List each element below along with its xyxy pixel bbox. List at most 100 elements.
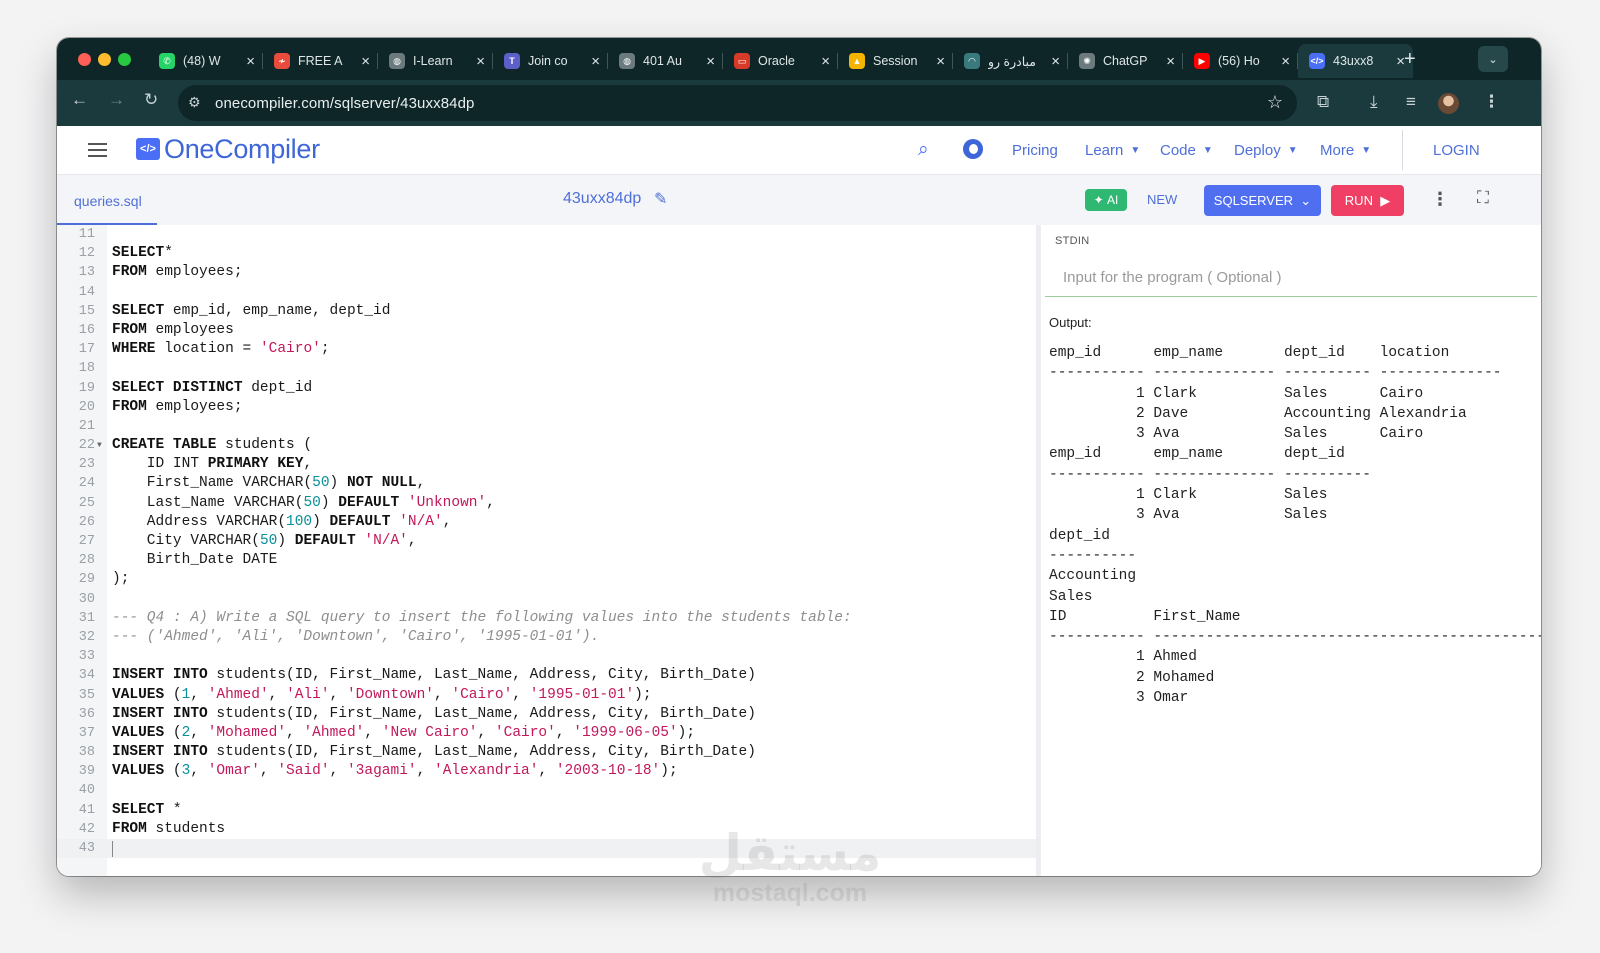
browser-menu-icon[interactable]: ⋮	[1483, 92, 1500, 112]
free-ai-icon: ≁	[274, 53, 290, 69]
download-icon[interactable]: ⤓	[1370, 92, 1378, 112]
close-icon[interactable]: ×	[476, 53, 485, 70]
close-icon[interactable]: ×	[706, 53, 715, 70]
code-line[interactable]: 12 SELECT*	[57, 244, 1036, 263]
code-line[interactable]: 32 --- ('Ahmed', 'Ali', 'Downtown', 'Cair…	[57, 628, 1036, 647]
code-line[interactable]: 19 SELECT DISTINCT dept_id	[57, 379, 1036, 398]
close-icon[interactable]: ×	[1166, 53, 1175, 70]
extensions-icon[interactable]: ⧉	[1317, 92, 1329, 112]
new-tab-button[interactable]: +	[1404, 48, 1416, 71]
code-line[interactable]: 18	[57, 359, 1036, 378]
code-line[interactable]: 21	[57, 417, 1036, 436]
code-title[interactable]: 43uxx84dp	[563, 190, 641, 208]
nav-deploy[interactable]: Deploy ▼	[1234, 142, 1298, 159]
code-line[interactable]: 14	[57, 283, 1036, 302]
close-icon[interactable]: ×	[591, 53, 600, 70]
url-text[interactable]: onecompiler.com/sqlserver/43uxx84dp	[215, 95, 474, 112]
code-token: ,	[486, 494, 495, 511]
bookmark-star-icon[interactable]: ☆	[1267, 92, 1283, 113]
search-icon[interactable]: ⌕	[918, 139, 929, 161]
code-line[interactable]: 17 WHERE location = 'Cairo';	[57, 340, 1036, 359]
browser-tab[interactable]: ≁ FREE A ×	[263, 44, 378, 78]
code-line[interactable]: 29);	[57, 570, 1036, 589]
profile-avatar[interactable]	[1438, 93, 1459, 114]
line-number: 20	[78, 399, 95, 415]
onecompiler-logo-icon[interactable]: </>	[136, 138, 160, 160]
code-line[interactable]: 24 First_Name VARCHAR(50) NOT NULL,	[57, 474, 1036, 493]
maximize-window-button[interactable]	[118, 53, 131, 66]
close-icon[interactable]: ×	[821, 53, 830, 70]
code-line[interactable]: 39 VALUES (3, 'Omar', 'Said', '3agami', '…	[57, 762, 1036, 781]
code-line[interactable]: 31 --- Q4 : A) Write a SQL query to inser…	[57, 609, 1036, 628]
code-token: emp_id, emp_name, dept_id	[164, 302, 391, 319]
browser-tab[interactable]: ▲ Session ×	[838, 44, 953, 78]
stdin-input[interactable]	[1045, 259, 1537, 297]
nav-more[interactable]: More ▼	[1320, 142, 1371, 159]
code-line[interactable]: 25 Last_Name VARCHAR(50) DEFAULT 'Unknow…	[57, 494, 1036, 513]
code-line[interactable]: 26 Address VARCHAR(100) DEFAULT 'N/A',	[57, 513, 1036, 532]
code-line[interactable]: 27 City VARCHAR(50) DEFAULT 'N/A',	[57, 532, 1036, 551]
site-settings-icon[interactable]: ⚙	[188, 94, 201, 111]
browser-tab[interactable]: ▭ Oracle ×	[723, 44, 838, 78]
code-line[interactable]: 35 VALUES (1, 'Ahmed', 'Ali', 'Downtown',…	[57, 686, 1036, 705]
code-line[interactable]: 36 INSERT INTO students(ID, First_Name, L…	[57, 705, 1036, 724]
code-line[interactable]: 11	[57, 225, 1036, 244]
tab-search-button[interactable]: ⌄	[1478, 46, 1508, 72]
code-line[interactable]: 28 Birth_Date DATE	[57, 551, 1036, 570]
browser-tab[interactable]: ◍ 401 Au ×	[608, 44, 723, 78]
browser-tab[interactable]: T Join co ×	[493, 44, 608, 78]
close-icon[interactable]: ×	[1051, 53, 1060, 70]
code-line[interactable]: 34 INSERT INTO students(ID, First_Name, L…	[57, 666, 1036, 685]
code-editor[interactable]: 11 12 SELECT* 13 FROM employees; 14 15 SELECT e…	[57, 225, 1036, 876]
code-line[interactable]: 13 FROM employees;	[57, 263, 1036, 282]
file-tab[interactable]: queries.sql	[57, 175, 157, 225]
browser-tab[interactable]: ▶ (56) Ho ×	[1183, 44, 1298, 78]
line-number: 34	[78, 668, 95, 684]
address-bar[interactable]: ⚙ onecompiler.com/sqlserver/43uxx84dp ☆	[178, 85, 1297, 121]
code-line[interactable]: 20 FROM employees;	[57, 398, 1036, 417]
code-line[interactable]: 38 INSERT INTO students(ID, First_Name, L…	[57, 743, 1036, 762]
new-button[interactable]: NEW	[1147, 192, 1177, 207]
forward-arrow-icon[interactable]: →	[108, 90, 125, 110]
code-token: SELECT	[112, 245, 165, 262]
fold-arrow-icon[interactable]: ▼	[97, 436, 102, 455]
site-logo-text[interactable]: OneCompiler	[164, 134, 320, 165]
close-icon[interactable]: ×	[1281, 53, 1290, 70]
code-line[interactable]: 41 SELECT *	[57, 801, 1036, 820]
browser-tab[interactable]: ✺ ChatGP ×	[1068, 44, 1183, 78]
code-line[interactable]: 37 VALUES (2, 'Mohamed', 'Ahmed', 'New Ca…	[57, 724, 1036, 743]
code-line[interactable]: 16 FROM employees	[57, 321, 1036, 340]
ai-button[interactable]: ✦ AI	[1085, 189, 1127, 211]
browser-tab[interactable]: </> 43uxx8 ×	[1298, 44, 1413, 78]
code-line[interactable]: 15 SELECT emp_id, emp_name, dept_id	[57, 302, 1036, 321]
browser-tab[interactable]: ◍ I-Learn ×	[378, 44, 493, 78]
browser-tab[interactable]: ✆ (48) W ×	[148, 44, 263, 78]
fullscreen-icon[interactable]: ⛶	[1477, 188, 1489, 208]
code-line[interactable]: 40	[57, 781, 1036, 800]
close-icon[interactable]: ×	[936, 53, 945, 70]
minimize-window-button[interactable]	[98, 53, 111, 66]
browser-tab[interactable]: ◠ مبادرة رو ×	[953, 44, 1068, 78]
close-icon[interactable]: ×	[361, 53, 370, 70]
nav-pricing[interactable]: Pricing	[1012, 142, 1058, 159]
language-select[interactable]: SQLSERVER ⌄	[1204, 185, 1321, 216]
code-line[interactable]: 30	[57, 590, 1036, 609]
back-arrow-icon[interactable]: ←	[71, 90, 88, 110]
code-line[interactable]: 22 ▼ CREATE TABLE students (	[57, 436, 1036, 455]
login-link[interactable]: LOGIN	[1433, 142, 1480, 159]
close-window-button[interactable]	[78, 53, 91, 66]
code-token: 'Cairo'	[494, 724, 556, 741]
code-line[interactable]: 23 ID INT PRIMARY KEY,	[57, 455, 1036, 474]
code-line[interactable]: 33	[57, 647, 1036, 666]
reload-icon[interactable]: ↻	[144, 90, 158, 110]
hamburger-menu-icon[interactable]	[88, 143, 107, 157]
theme-toggle-icon[interactable]	[963, 139, 983, 159]
code-token: students(ID, First_Name, Last_Name, Addr…	[207, 667, 756, 684]
close-icon[interactable]: ×	[246, 53, 255, 70]
nav-code[interactable]: Code ▼	[1160, 142, 1213, 159]
nav-learn[interactable]: Learn ▼	[1085, 142, 1140, 159]
edit-pencil-icon[interactable]: ✎	[654, 189, 667, 209]
more-options-icon[interactable]: ⋮	[1431, 189, 1449, 210]
run-button[interactable]: RUN ▶	[1331, 185, 1404, 216]
media-controls-icon[interactable]: ≡	[1406, 92, 1416, 112]
